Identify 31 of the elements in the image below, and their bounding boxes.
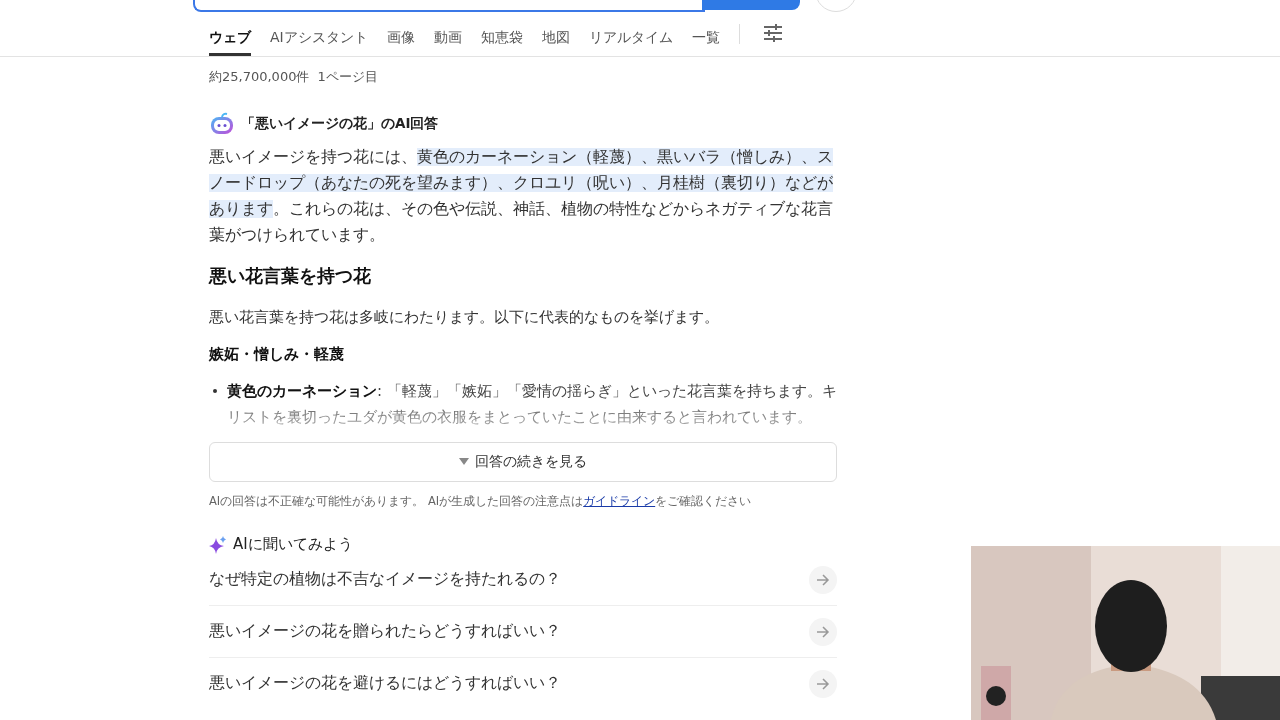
bullet-text: 黄色のカーネーション: 「軽蔑」「嫉妬」「愛情の揺らぎ」といった花言葉を持ちます。キリストを裏切ったユダが黄色の衣服をまとっていたことに由来すると言われています。 [227, 381, 837, 428]
suggested-question[interactable]: なぜ特定の植物は不吉なイメージを持たれるの？ [209, 569, 561, 590]
ai-answer-title: 「悪いイメージの花」のAI回答 [241, 115, 439, 133]
disclaimer-text: AIの回答は不正確な可能性があります。 AIが生成した回答の注意点はガイドラインをご確認ください [209, 494, 753, 509]
suggested-question[interactable]: 悪いイメージの花を贈られたらどうすればいい？ [209, 621, 561, 642]
suggested-question[interactable]: 悪いイメージの花を避けるにはどうすればいい？ [209, 673, 561, 694]
nav-tab[interactable]: ウェブ [209, 10, 251, 56]
answer-summary: 悪いイメージを持つ花には、黄色のカーネーション（軽蔑）、黒いバラ（憎しみ）、スノードロップ（あなたの死を望みます）、クロユリ（呪い）、月桂樹（裏切り）などがあります。これらの花は、その色や伝説、神話、植物の特性などからネガティブな花言葉がつけられています。 [209, 147, 834, 246]
nav-tab[interactable]: リアルタイム [588, 10, 673, 56]
robot-icon [209, 112, 235, 136]
sub-heading: 嫉妬・憎しみ・軽蔑 [209, 345, 345, 364]
filter-icon[interactable] [762, 24, 783, 42]
nav-tab[interactable]: 地図 [541, 10, 570, 56]
arrow-button[interactable] [809, 565, 837, 594]
ask-ai-title: AIに聞いてみよう [233, 535, 353, 554]
nav-tab[interactable]: 一覧 [691, 10, 720, 56]
nav-tab[interactable]: 知恵袋 [480, 10, 523, 56]
nav-tab[interactable]: 画像 [386, 10, 415, 56]
nav-tab[interactable]: AIアシスタント [270, 10, 368, 56]
guideline-link[interactable]: ガイドライン [583, 494, 656, 508]
caret-icon [459, 458, 469, 466]
page-label: 1ページ目 [317, 68, 378, 86]
nav-tab[interactable]: 動画 [433, 10, 462, 56]
result-count: 約25,700,000件 [209, 68, 310, 86]
arrow-button[interactable] [809, 617, 837, 646]
section-heading: 悪い花言葉を持つ花 [209, 265, 372, 288]
show-more-button[interactable]: 回答の続きを見る [209, 442, 837, 482]
arrow-button[interactable] [809, 669, 837, 698]
intro-text: 悪い花言葉を持つ花は多岐にわたります。以下に代表的なものを挙げます。 [209, 308, 720, 327]
sparkle-icon [209, 535, 227, 554]
bullet-dot [213, 389, 217, 393]
